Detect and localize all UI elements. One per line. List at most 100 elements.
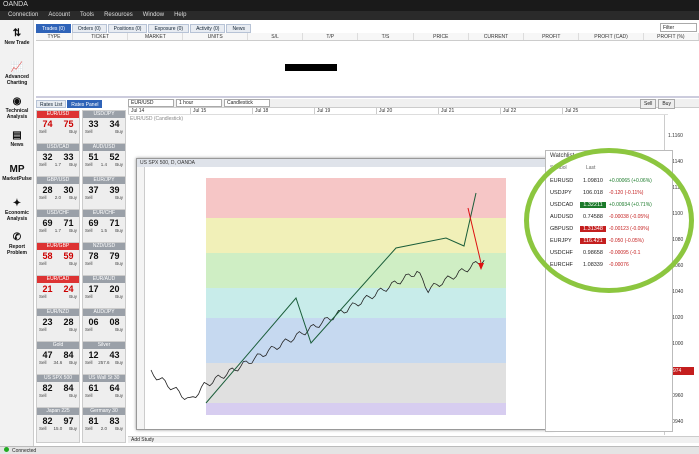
ask-price[interactable]: 33	[63, 152, 73, 162]
sell-label[interactable]: Sell	[39, 294, 47, 299]
buy-label[interactable]: Buy	[115, 360, 123, 365]
ask-price[interactable]: 71	[109, 218, 119, 228]
buy-label[interactable]: Buy	[115, 261, 123, 266]
panel-splitter[interactable]	[36, 96, 699, 98]
rate-tile[interactable]: EUR/CHF 69 71 Sell 1.5 Buy	[82, 209, 126, 245]
ask-price[interactable]: 79	[109, 251, 119, 261]
menu-item[interactable]: Help	[174, 12, 186, 20]
rate-tile[interactable]: Silver 12 43 Sell 257.6 Buy	[82, 341, 126, 377]
menu-item[interactable]: Account	[48, 12, 70, 20]
timeframe-select[interactable]: 1 hour	[176, 99, 222, 107]
bid-price[interactable]: 61	[88, 383, 98, 393]
rate-tile[interactable]: USD/CHF 69 71 Sell 1.7 Buy	[36, 209, 80, 245]
menu-item[interactable]: Window	[143, 12, 164, 20]
buy-label[interactable]: Buy	[115, 393, 123, 398]
ask-price[interactable]: 59	[63, 251, 73, 261]
buy-label[interactable]: Buy	[115, 426, 123, 431]
rate-tile[interactable]: GBP/USD 28 30 Sell 2.0 Buy	[36, 176, 80, 212]
tab-4[interactable]: Activity (0)	[190, 24, 226, 33]
menu-item[interactable]: Resources	[104, 12, 133, 20]
ask-price[interactable]: 28	[63, 317, 73, 327]
rate-tile[interactable]: AUD/JPY 06 08 Sell Buy	[82, 308, 126, 344]
buy-label[interactable]: Buy	[115, 129, 123, 134]
buy-label[interactable]: Buy	[115, 195, 123, 200]
rate-tile[interactable]: EUR/JPY 37 39 Sell Buy	[82, 176, 126, 212]
instrument-select[interactable]: EUR/USD	[128, 99, 174, 107]
ask-price[interactable]: 08	[109, 317, 119, 327]
sell-label[interactable]: Sell	[85, 129, 93, 134]
rate-tile[interactable]: Japan 225 82 97 Sell 15.0 Buy	[36, 407, 80, 443]
sell-label[interactable]: Sell	[39, 393, 47, 398]
bid-price[interactable]: 33	[88, 119, 98, 129]
rate-tile[interactable]: EUR/CAD 21 24 Sell Buy	[36, 275, 80, 311]
ask-price[interactable]: 24	[63, 284, 73, 294]
bid-price[interactable]: 12	[88, 350, 98, 360]
rates-tab-0[interactable]: Rates List	[36, 100, 67, 108]
column-header[interactable]: PROFIT (CAD)	[579, 33, 644, 40]
rate-tile[interactable]: USD/CAD 32 33 Sell 1.7 Buy	[36, 143, 80, 179]
sell-label[interactable]: Sell	[39, 195, 47, 200]
menu-item[interactable]: Tools	[80, 12, 94, 20]
tab-3[interactable]: Exposure (0)	[148, 24, 190, 33]
rate-tile[interactable]: EUR/NZD 23 28 Sell Buy	[36, 308, 80, 344]
buy-label[interactable]: Buy	[69, 426, 77, 431]
buy-label[interactable]: Buy	[115, 327, 123, 332]
ask-price[interactable]: 20	[109, 284, 119, 294]
filter-input[interactable]: Filter	[660, 23, 697, 32]
buy-label[interactable]: Buy	[69, 162, 77, 167]
add-study-button[interactable]: Add Study	[131, 437, 154, 443]
buy-label[interactable]: Buy	[115, 294, 123, 299]
bid-price[interactable]: 28	[42, 185, 52, 195]
column-header[interactable]: PRICE	[414, 33, 469, 40]
rate-tile[interactable]: EUR/AUD 17 20 Sell Buy	[82, 275, 126, 311]
ask-price[interactable]: 75	[63, 119, 73, 129]
buy-label[interactable]: Buy	[69, 294, 77, 299]
ask-price[interactable]: 52	[109, 152, 119, 162]
sell-label[interactable]: Sell	[85, 426, 93, 431]
nav-item-new-trade[interactable]: ⇅ New Trade	[0, 28, 34, 46]
buy-label[interactable]: Buy	[115, 162, 123, 167]
buy-label[interactable]: Buy	[69, 195, 77, 200]
column-header[interactable]: PROFIT (%)	[644, 33, 699, 40]
sell-label[interactable]: Sell	[39, 129, 47, 134]
sell-label[interactable]: Sell	[85, 162, 93, 167]
sell-label[interactable]: Sell	[39, 360, 47, 365]
bid-price[interactable]: 69	[42, 218, 52, 228]
rate-tile[interactable]: EUR/USD 74 75 Sell Buy	[36, 110, 80, 146]
ask-price[interactable]: 71	[63, 218, 73, 228]
bid-price[interactable]: 51	[88, 152, 98, 162]
ask-price[interactable]: 84	[63, 383, 73, 393]
sell-label[interactable]: Sell	[39, 327, 47, 332]
tab-0[interactable]: Trades (0)	[36, 24, 71, 33]
nav-item-analysis[interactable]: ◉ Technical Analysis	[0, 96, 34, 120]
bid-price[interactable]: 82	[42, 416, 52, 426]
bid-price[interactable]: 58	[42, 251, 52, 261]
sell-label[interactable]: Sell	[85, 195, 93, 200]
sell-label[interactable]: Sell	[85, 360, 93, 365]
sell-label[interactable]: Sell	[85, 261, 93, 266]
rate-tile[interactable]: US Wall St 30 61 64 Sell Buy	[82, 374, 126, 410]
chart-style-select[interactable]: Candlestick	[224, 99, 270, 107]
ask-price[interactable]: 84	[63, 350, 73, 360]
rate-tile[interactable]: EUR/GBP 58 59 Sell Buy	[36, 242, 80, 278]
tab-2[interactable]: Positions (0)	[107, 24, 148, 33]
sell-label[interactable]: Sell	[39, 426, 47, 431]
sell-label[interactable]: Sell	[85, 393, 93, 398]
buy-label[interactable]: Buy	[69, 327, 77, 332]
rate-tile[interactable]: Germany 30 81 83 Sell 2.0 Buy	[82, 407, 126, 443]
bid-price[interactable]: 17	[88, 284, 98, 294]
rate-tile[interactable]: Gold 47 84 Sell 34.6 Buy	[36, 341, 80, 377]
rates-tab-1[interactable]: Rates Panel	[67, 100, 103, 108]
tab-5[interactable]: News	[226, 24, 251, 33]
buy-label[interactable]: Buy	[115, 228, 123, 233]
column-header[interactable]: TYPE	[36, 33, 73, 40]
sell-label[interactable]: Sell	[85, 327, 93, 332]
column-header[interactable]: TICKET	[73, 33, 129, 40]
bid-price[interactable]: 47	[42, 350, 52, 360]
nav-item-report[interactable]: ✆ Report Problem	[0, 232, 34, 256]
ask-price[interactable]: 64	[109, 383, 119, 393]
buy-label[interactable]: Buy	[69, 261, 77, 266]
bid-price[interactable]: 82	[42, 383, 52, 393]
tab-1[interactable]: Orders (0)	[71, 24, 107, 33]
buy-label[interactable]: Buy	[69, 360, 77, 365]
